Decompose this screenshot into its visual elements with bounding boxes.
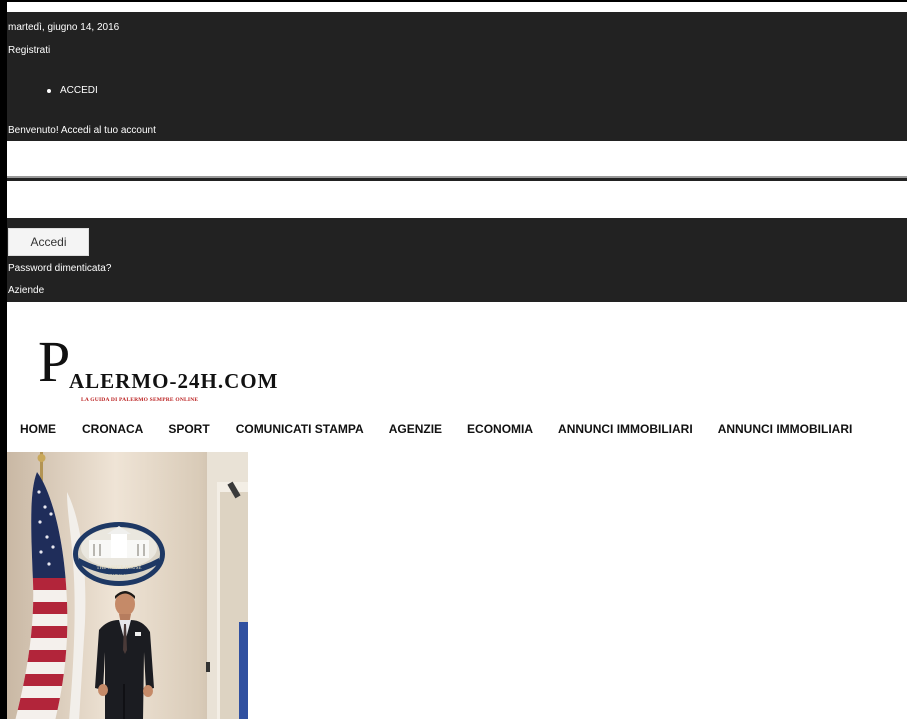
seal-text: THE WHITE HOUSE bbox=[97, 566, 142, 571]
companies-link[interactable]: Aziende bbox=[8, 285, 44, 296]
main-nav: HOME CRONACA SPORT COMUNICATI STAMPA AGE… bbox=[7, 422, 907, 436]
login-menu-item[interactable]: ACCEDI bbox=[47, 85, 98, 96]
welcome-text: Benvenuto! Accedi al tuo account bbox=[8, 125, 156, 136]
forgot-password-link[interactable]: Password dimenticata? bbox=[8, 263, 111, 274]
password-input[interactable] bbox=[7, 181, 907, 218]
nav-item-comunicati-stampa[interactable]: COMUNICATI STAMPA bbox=[236, 422, 364, 436]
site-logo[interactable]: P ALERMO-24H.COM LA GUIDA DI PALERMO SEM… bbox=[38, 329, 298, 403]
login-menu-label: ACCEDI bbox=[60, 85, 98, 96]
photo-illustration: THE WHITE HOUSE WASHINGTON bbox=[7, 452, 248, 719]
register-link[interactable]: Registrati bbox=[8, 45, 50, 56]
nav-item-sport[interactable]: SPORT bbox=[168, 422, 209, 436]
nav-item-agenzie[interactable]: AGENZIE bbox=[389, 422, 442, 436]
current-date: martedì, giugno 14, 2016 bbox=[8, 22, 120, 33]
seal-subtext: WASHINGTON bbox=[107, 573, 131, 577]
logo-wordmark: ALERMO-24H.COM bbox=[69, 369, 279, 393]
logo-tagline: LA GUIDA DI PALERMO SEMPRE ONLINE bbox=[81, 397, 199, 403]
username-input[interactable] bbox=[7, 141, 907, 178]
login-button[interactable]: Accedi bbox=[8, 228, 89, 256]
logo-initial: P bbox=[38, 329, 70, 394]
featured-photo[interactable]: THE WHITE HOUSE WASHINGTON bbox=[7, 452, 248, 719]
top-bar: martedì, giugno 14, 2016 Registrati ACCE… bbox=[7, 12, 907, 302]
nav-item-annunci-immobiliari-2[interactable]: ANNUNCI IMMOBILIARI bbox=[718, 422, 853, 436]
nav-item-annunci-immobiliari[interactable]: ANNUNCI IMMOBILIARI bbox=[558, 422, 693, 436]
nav-item-economia[interactable]: ECONOMIA bbox=[467, 422, 533, 436]
page-frame: martedì, giugno 14, 2016 Registrati ACCE… bbox=[0, 0, 907, 719]
nav-item-cronaca[interactable]: CRONACA bbox=[82, 422, 143, 436]
nav-item-home[interactable]: HOME bbox=[20, 422, 56, 436]
bullet-icon bbox=[47, 88, 51, 93]
